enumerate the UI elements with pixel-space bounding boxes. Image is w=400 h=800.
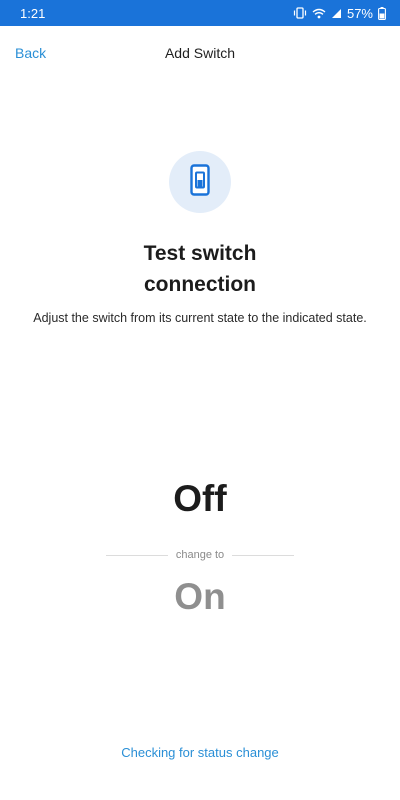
battery-icon — [378, 6, 386, 20]
switch-icon-circle — [169, 151, 231, 213]
signal-icon — [331, 8, 342, 19]
wifi-icon — [312, 8, 326, 19]
heading-line-2: connection — [143, 273, 256, 296]
heading-line-1: Test switch — [143, 242, 257, 265]
status-check-text: Checking for status change — [121, 745, 279, 760]
target-state-label: On — [174, 576, 226, 617]
status-bar: 1:21 57% — [0, 0, 400, 26]
change-to-label: change to — [175, 549, 225, 561]
battery-percent: 57% — [346, 5, 373, 21]
divider-line-right — [232, 554, 295, 556]
status-icons: 57% — [293, 6, 386, 21]
vibrate-icon — [293, 7, 307, 19]
page-title: Add Switch — [164, 45, 236, 61]
current-state-label: Off — [173, 478, 227, 519]
instructions-text: Adjust the switch from its current state… — [33, 311, 367, 325]
light-switch-icon — [190, 163, 210, 201]
change-to-divider: change to — [106, 546, 295, 564]
app-header: Back Add Switch — [0, 26, 400, 82]
divider-line-left — [106, 554, 168, 556]
status-time: 1:21 — [20, 5, 46, 21]
page-heading: Test switch connection — [0, 238, 400, 300]
